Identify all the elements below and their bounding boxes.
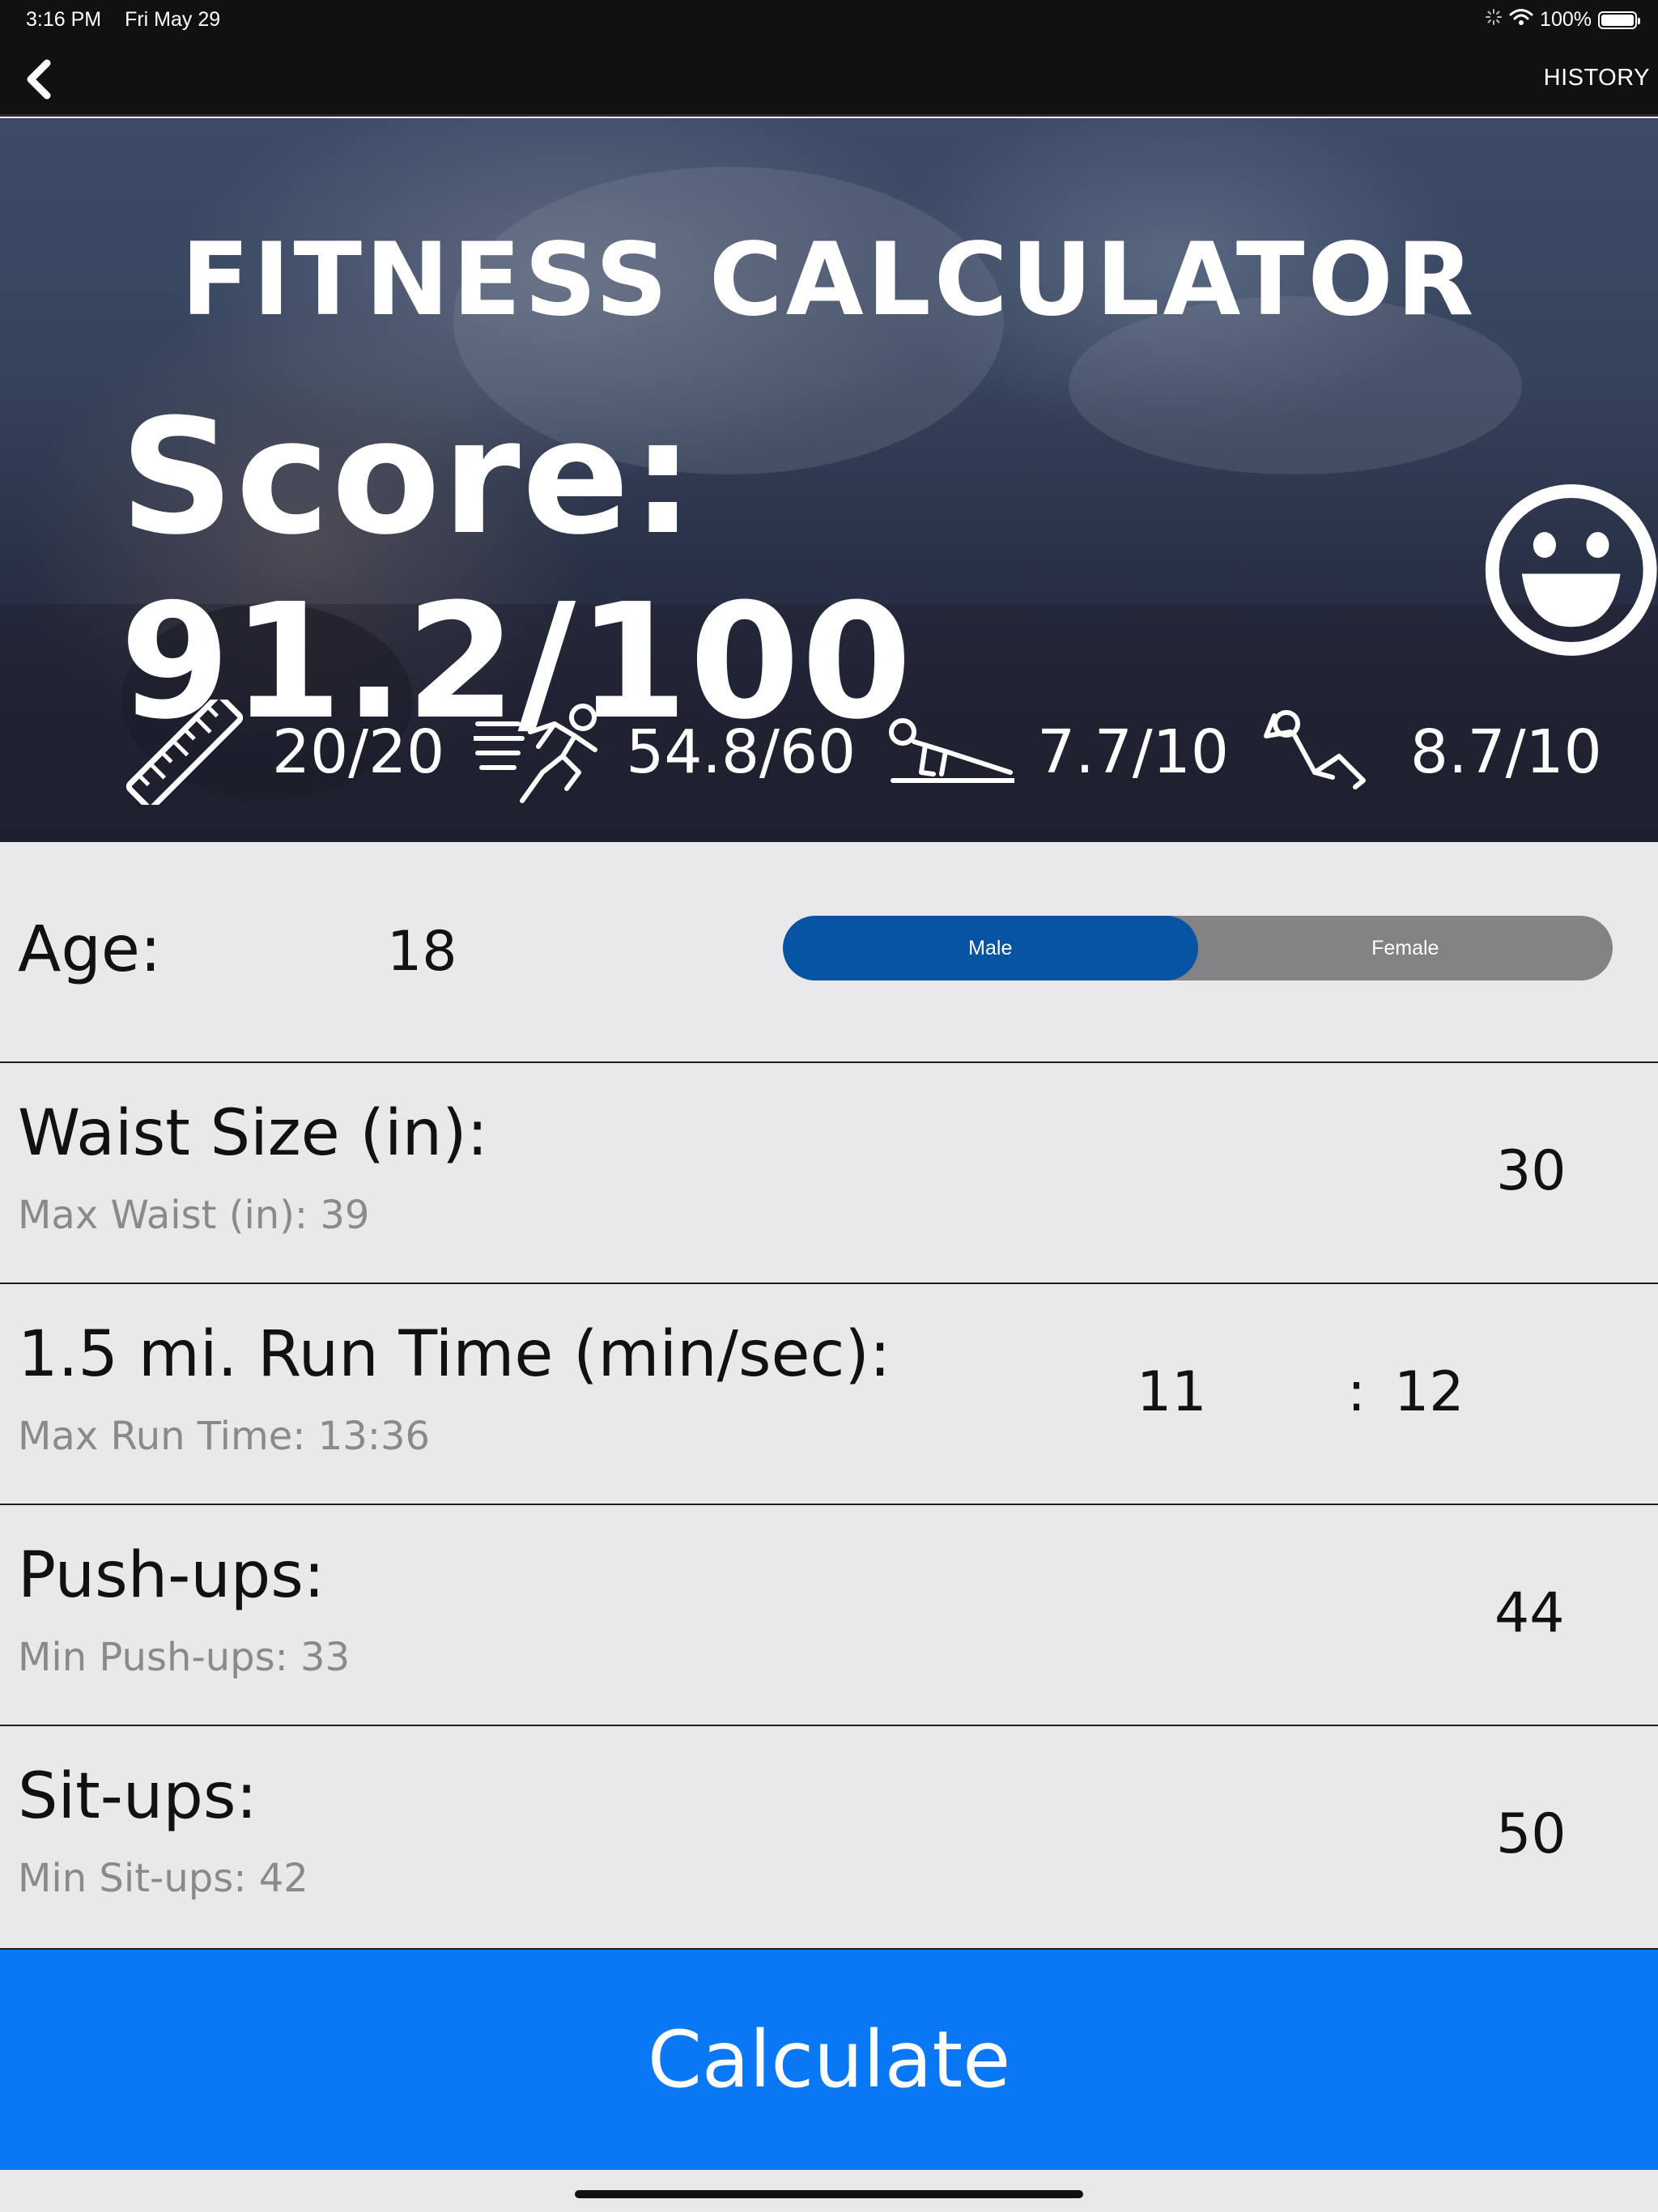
- situps-row: Sit-ups: Min Sit-ups: 42 50: [0, 1726, 1658, 1950]
- home-indicator[interactable]: [575, 2190, 1083, 2198]
- cardio-score: 54.8/60: [626, 717, 857, 787]
- status-time: 3:16 PM: [26, 8, 102, 31]
- run-time-separator: :: [1347, 1360, 1366, 1424]
- waist-label: Waist Size (in):: [18, 1097, 488, 1170]
- battery-icon: [1598, 11, 1640, 29]
- situps-input[interactable]: 50: [1496, 1802, 1567, 1866]
- smiley-icon: [1485, 484, 1657, 656]
- history-button[interactable]: HISTORY: [1544, 65, 1650, 91]
- situps-label: Sit-ups:: [18, 1760, 257, 1833]
- run-seconds-input[interactable]: 12: [1394, 1360, 1465, 1424]
- score-breakdown: 20/20 54.8/60 7.7/10 8.7/10: [120, 700, 1631, 805]
- run-max-hint: Max Run Time: 13:36: [18, 1414, 431, 1459]
- run-label: 1.5 mi. Run Time (min/sec):: [18, 1318, 891, 1391]
- page-title: FITNESS CALCULATOR: [181, 222, 1477, 338]
- calculate-button[interactable]: Calculate: [0, 1950, 1658, 2170]
- back-button[interactable]: [21, 58, 57, 100]
- age-label: Age:: [18, 913, 162, 986]
- pushups-label: Push-ups:: [18, 1539, 325, 1612]
- pushups-min-hint: Min Push-ups: 33: [18, 1635, 351, 1680]
- nav-bar: HISTORY: [0, 39, 1658, 117]
- runner-icon: [474, 704, 598, 803]
- hero-banner: FITNESS CALCULATOR Score: 91.2/100 20/20: [0, 118, 1658, 842]
- status-date: Fri May 29: [125, 8, 221, 31]
- waist-input[interactable]: 30: [1496, 1139, 1567, 1203]
- status-right: 100%: [1485, 8, 1640, 32]
- battery-percent: 100%: [1540, 8, 1592, 31]
- ruler-icon: [125, 700, 244, 805]
- gender-option-male[interactable]: Male: [783, 916, 1198, 981]
- body-composition-score: 20/20: [272, 717, 445, 787]
- status-left: 3:16 PM Fri May 29: [26, 8, 220, 32]
- situps-min-hint: Min Sit-ups: 42: [18, 1856, 308, 1901]
- wifi-icon: [1509, 8, 1533, 32]
- chevron-left-icon: [27, 59, 51, 100]
- pushup-icon: [889, 718, 1015, 783]
- waist-max-hint: Max Waist (in): 39: [18, 1193, 370, 1238]
- run-row: 1.5 mi. Run Time (min/sec): Max Run Time…: [0, 1284, 1658, 1505]
- status-bar: 3:16 PM Fri May 29 100%: [0, 0, 1658, 39]
- age-input[interactable]: 18: [387, 920, 457, 984]
- waist-row: Waist Size (in): Max Waist (in): 39 30: [0, 1063, 1658, 1284]
- activity-icon: [1485, 8, 1503, 32]
- situp-score: 8.7/10: [1409, 717, 1602, 787]
- pushups-row: Push-ups: Min Push-ups: 33 44: [0, 1505, 1658, 1726]
- pushup-score: 7.7/10: [1037, 717, 1229, 787]
- situp-icon: [1263, 710, 1366, 789]
- pushups-input[interactable]: 44: [1494, 1581, 1565, 1645]
- run-minutes-input[interactable]: 11: [1137, 1360, 1207, 1424]
- gender-option-female[interactable]: Female: [1198, 916, 1613, 981]
- gender-selector: Male Female: [783, 916, 1613, 981]
- age-row: Age: 18 Male Female: [0, 842, 1658, 1063]
